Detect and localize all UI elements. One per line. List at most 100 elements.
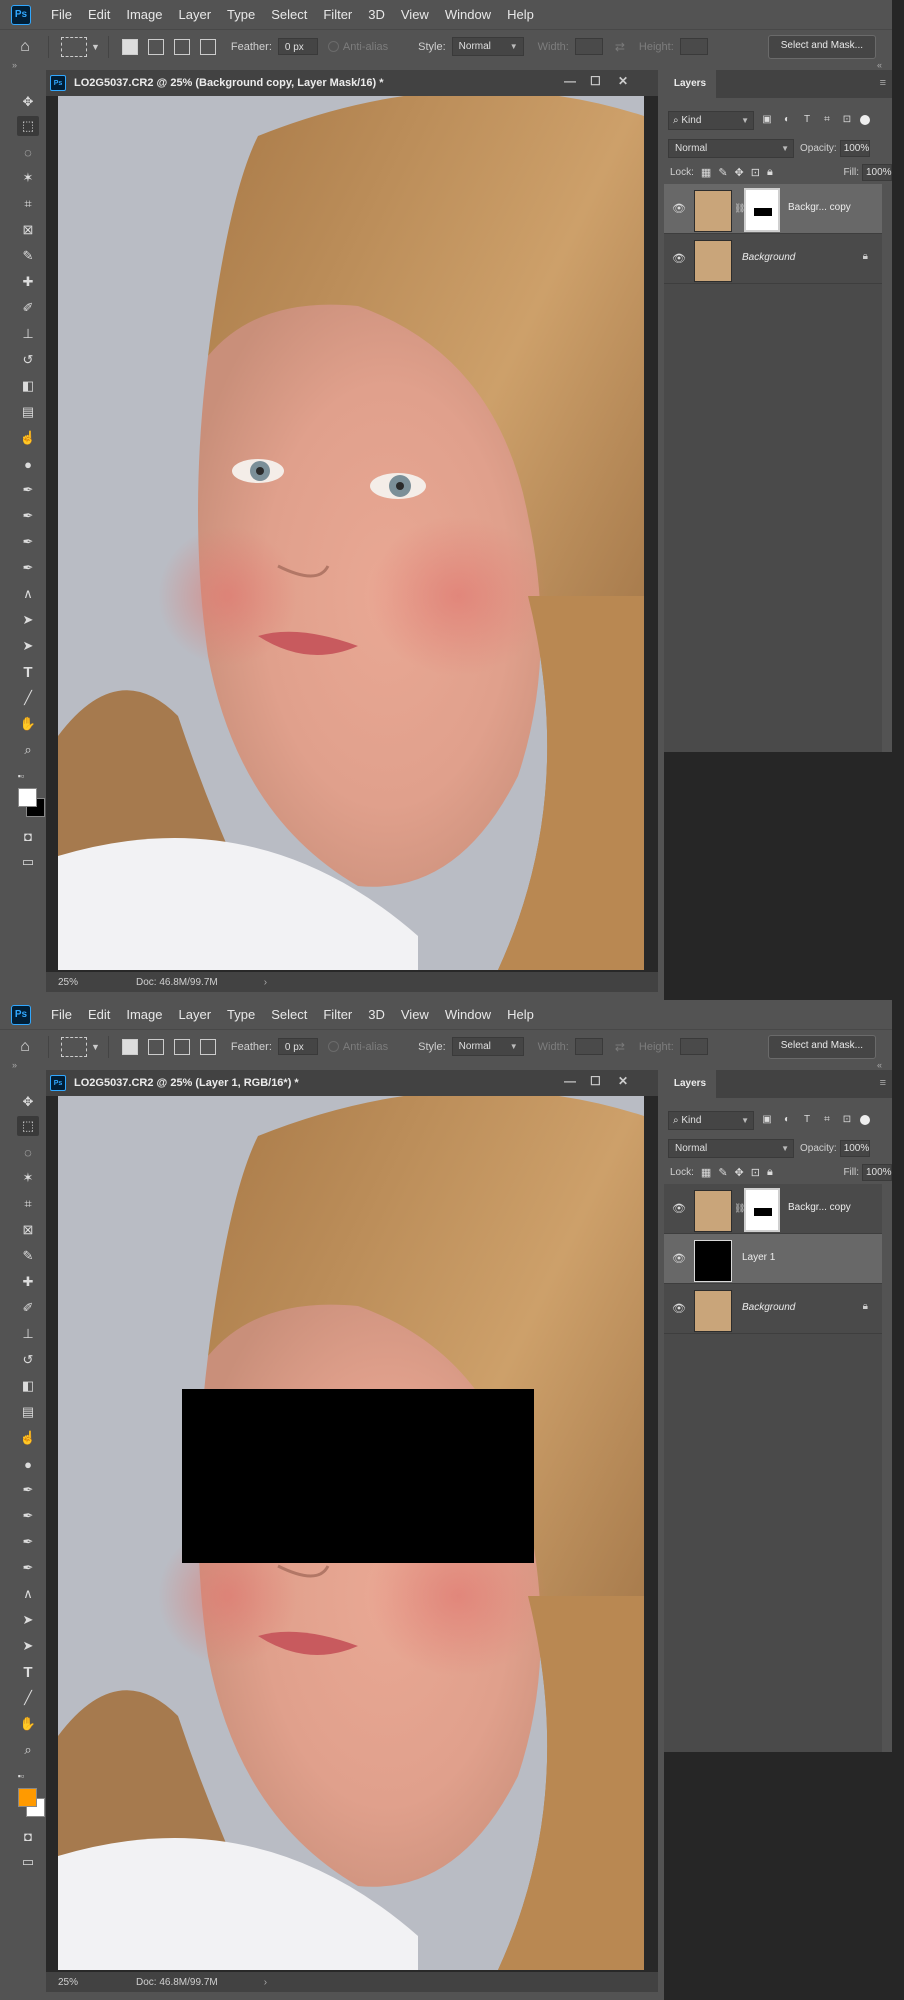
chevron-down-icon[interactable]: ▼ [91,42,100,52]
foreground-color-swatch[interactable] [18,788,37,807]
menu-help[interactable]: Help [499,1000,542,1029]
zoom-level[interactable]: 25% [58,1977,116,1988]
expand-toolbar-icon[interactable]: » [12,1060,17,1070]
lock-position-icon[interactable]: ✥ [735,1166,744,1179]
history-brush-tool-icon[interactable]: ↺ [17,1350,39,1370]
default-colors-icon[interactable]: ▪▫ [10,1766,32,1786]
minimize-icon[interactable]: — [564,1074,576,1088]
lasso-tool-icon[interactable]: ◌ [17,142,39,162]
marquee-tool-icon[interactable]: ⬚ [17,116,39,136]
history-brush-tool-icon[interactable]: ↺ [17,350,39,370]
filter-kind-select[interactable]: ⌕ Kind ▼ [668,110,754,130]
new-selection-icon[interactable] [121,1038,138,1055]
hand-tool-icon[interactable]: ✋ [17,714,39,734]
filter-toggle[interactable] [860,115,870,125]
freeform-pen-tool-icon[interactable]: ✒ [17,1506,39,1526]
path-selection-tool-icon[interactable]: ➤ [17,1610,39,1630]
hand-tool-icon[interactable]: ✋ [17,1714,39,1734]
add-to-selection-icon[interactable] [147,1038,164,1055]
lock-transparent-icon[interactable]: ▦ [701,166,711,179]
fill-input[interactable]: 100% [862,163,892,181]
crop-tool-icon[interactable]: ⌗ [17,1194,39,1214]
zoom-tool-icon[interactable]: ⌕ [17,1740,39,1760]
eyedropper-tool-icon[interactable]: ✎ [17,246,39,266]
layer-row[interactable]: 👁︎ Layer 1 [664,1234,882,1284]
line-tool-icon[interactable]: ╱ [17,1688,39,1708]
add-to-selection-icon[interactable] [147,38,164,55]
home-icon[interactable]: ⌂ [10,32,40,62]
intersect-selection-icon[interactable] [199,1038,216,1055]
type-filter-icon[interactable]: T [800,1113,814,1127]
subtract-from-selection-icon[interactable] [173,1038,190,1055]
chevron-down-icon[interactable]: ▼ [91,1042,100,1052]
menu-help[interactable]: Help [499,0,542,29]
close-icon[interactable]: ✕ [618,74,628,88]
rectangular-marquee-preset-icon[interactable] [61,36,87,57]
close-icon[interactable]: ✕ [618,1074,628,1088]
type-filter-icon[interactable]: T [800,113,814,127]
shape-filter-icon[interactable]: ⌗ [820,113,834,127]
lock-transparent-icon[interactable]: ▦ [701,1166,711,1179]
convert-point-tool-icon[interactable]: ∧ [17,584,39,604]
eraser-tool-icon[interactable]: ◧ [17,1376,39,1396]
blend-mode-select[interactable]: Normal ▼ [668,1138,794,1158]
chevron-right-icon[interactable]: › [264,977,267,988]
magic-wand-tool-icon[interactable]: ✶ [17,168,39,188]
add-anchor-point-tool-icon[interactable]: ✒ [17,558,39,578]
menu-type[interactable]: Type [219,0,263,29]
layer-row[interactable]: 👁︎ Background 🔒︎ [664,1284,882,1334]
move-tool-icon[interactable]: ✥ [17,92,39,112]
lock-all-icon[interactable]: 🔒︎ [767,1166,773,1179]
direct-selection-tool-icon[interactable]: ➤ [17,636,39,656]
clone-stamp-tool-icon[interactable]: ⊥ [17,1324,39,1344]
layer-row[interactable]: 👁︎ ⛓︎ Backgr... copy [664,1184,882,1234]
screen-mode-icon[interactable]: ▭ [17,852,39,872]
home-icon[interactable]: ⌂ [10,1032,40,1062]
lock-artboard-icon[interactable]: ⊡ [751,1166,760,1179]
menu-filter[interactable]: Filter [315,0,360,29]
menu-3d[interactable]: 3D [360,0,393,29]
canvas[interactable] [58,1096,644,1970]
pixel-filter-icon[interactable]: ▣ [760,113,774,127]
minimize-icon[interactable]: — [564,74,576,88]
magic-wand-tool-icon[interactable]: ✶ [17,1168,39,1188]
menu-image[interactable]: Image [118,1000,170,1029]
subtract-from-selection-icon[interactable] [173,38,190,55]
menu-file[interactable]: File [43,0,80,29]
screen-mode-icon[interactable]: ▭ [17,1852,39,1872]
filter-toggle[interactable] [860,1115,870,1125]
move-tool-icon[interactable]: ✥ [17,1092,39,1112]
lock-all-icon[interactable]: 🔒︎ [767,166,773,179]
layer-name[interactable]: Background [742,252,795,263]
select-and-mask-button[interactable]: Select and Mask... [767,1034,876,1059]
dodge-tool-icon[interactable]: ● [17,1454,39,1474]
pen-tool-icon[interactable]: ✒ [17,1480,39,1500]
select-and-mask-button[interactable]: Select and Mask... [767,34,876,59]
frame-tool-icon[interactable]: ⊠ [17,1220,39,1240]
visibility-eye-icon[interactable]: 👁︎ [672,202,686,215]
document-tab[interactable]: Ps LO2G5037.CR2 @ 25% (Layer 1, RGB/16*)… [46,1070,658,1096]
clone-stamp-tool-icon[interactable]: ⊥ [17,324,39,344]
add-anchor-point-tool-icon[interactable]: ✒ [17,1558,39,1578]
height-input[interactable] [679,38,708,55]
expand-toolbar-icon[interactable]: » [12,60,17,70]
quick-mask-icon[interactable]: ◘ [17,826,39,846]
rectangular-marquee-preset-icon[interactable] [61,1036,87,1057]
lasso-tool-icon[interactable]: ◌ [17,1142,39,1162]
layer-row[interactable]: 👁︎ ⛓︎ Backgr... copy [664,184,882,234]
menu-window[interactable]: Window [437,1000,499,1029]
healing-brush-tool-icon[interactable]: ✚ [17,272,39,292]
healing-brush-tool-icon[interactable]: ✚ [17,1272,39,1292]
tab-layers[interactable]: Layers [664,70,716,98]
menu-edit[interactable]: Edit [80,1000,118,1029]
document-tab[interactable]: Ps LO2G5037.CR2 @ 25% (Background copy, … [46,70,658,96]
eyedropper-tool-icon[interactable]: ✎ [17,1246,39,1266]
layer-name[interactable]: Backgr... copy [788,1202,851,1213]
marquee-tool-icon[interactable]: ⬚ [17,1116,39,1136]
menu-type[interactable]: Type [219,1000,263,1029]
layer-name[interactable]: Layer 1 [742,1252,775,1263]
path-selection-tool-icon[interactable]: ➤ [17,610,39,630]
maximize-icon[interactable]: ☐ [590,1074,601,1088]
quick-mask-icon[interactable]: ◘ [17,1826,39,1846]
style-select[interactable]: Normal ▼ [451,1037,524,1056]
